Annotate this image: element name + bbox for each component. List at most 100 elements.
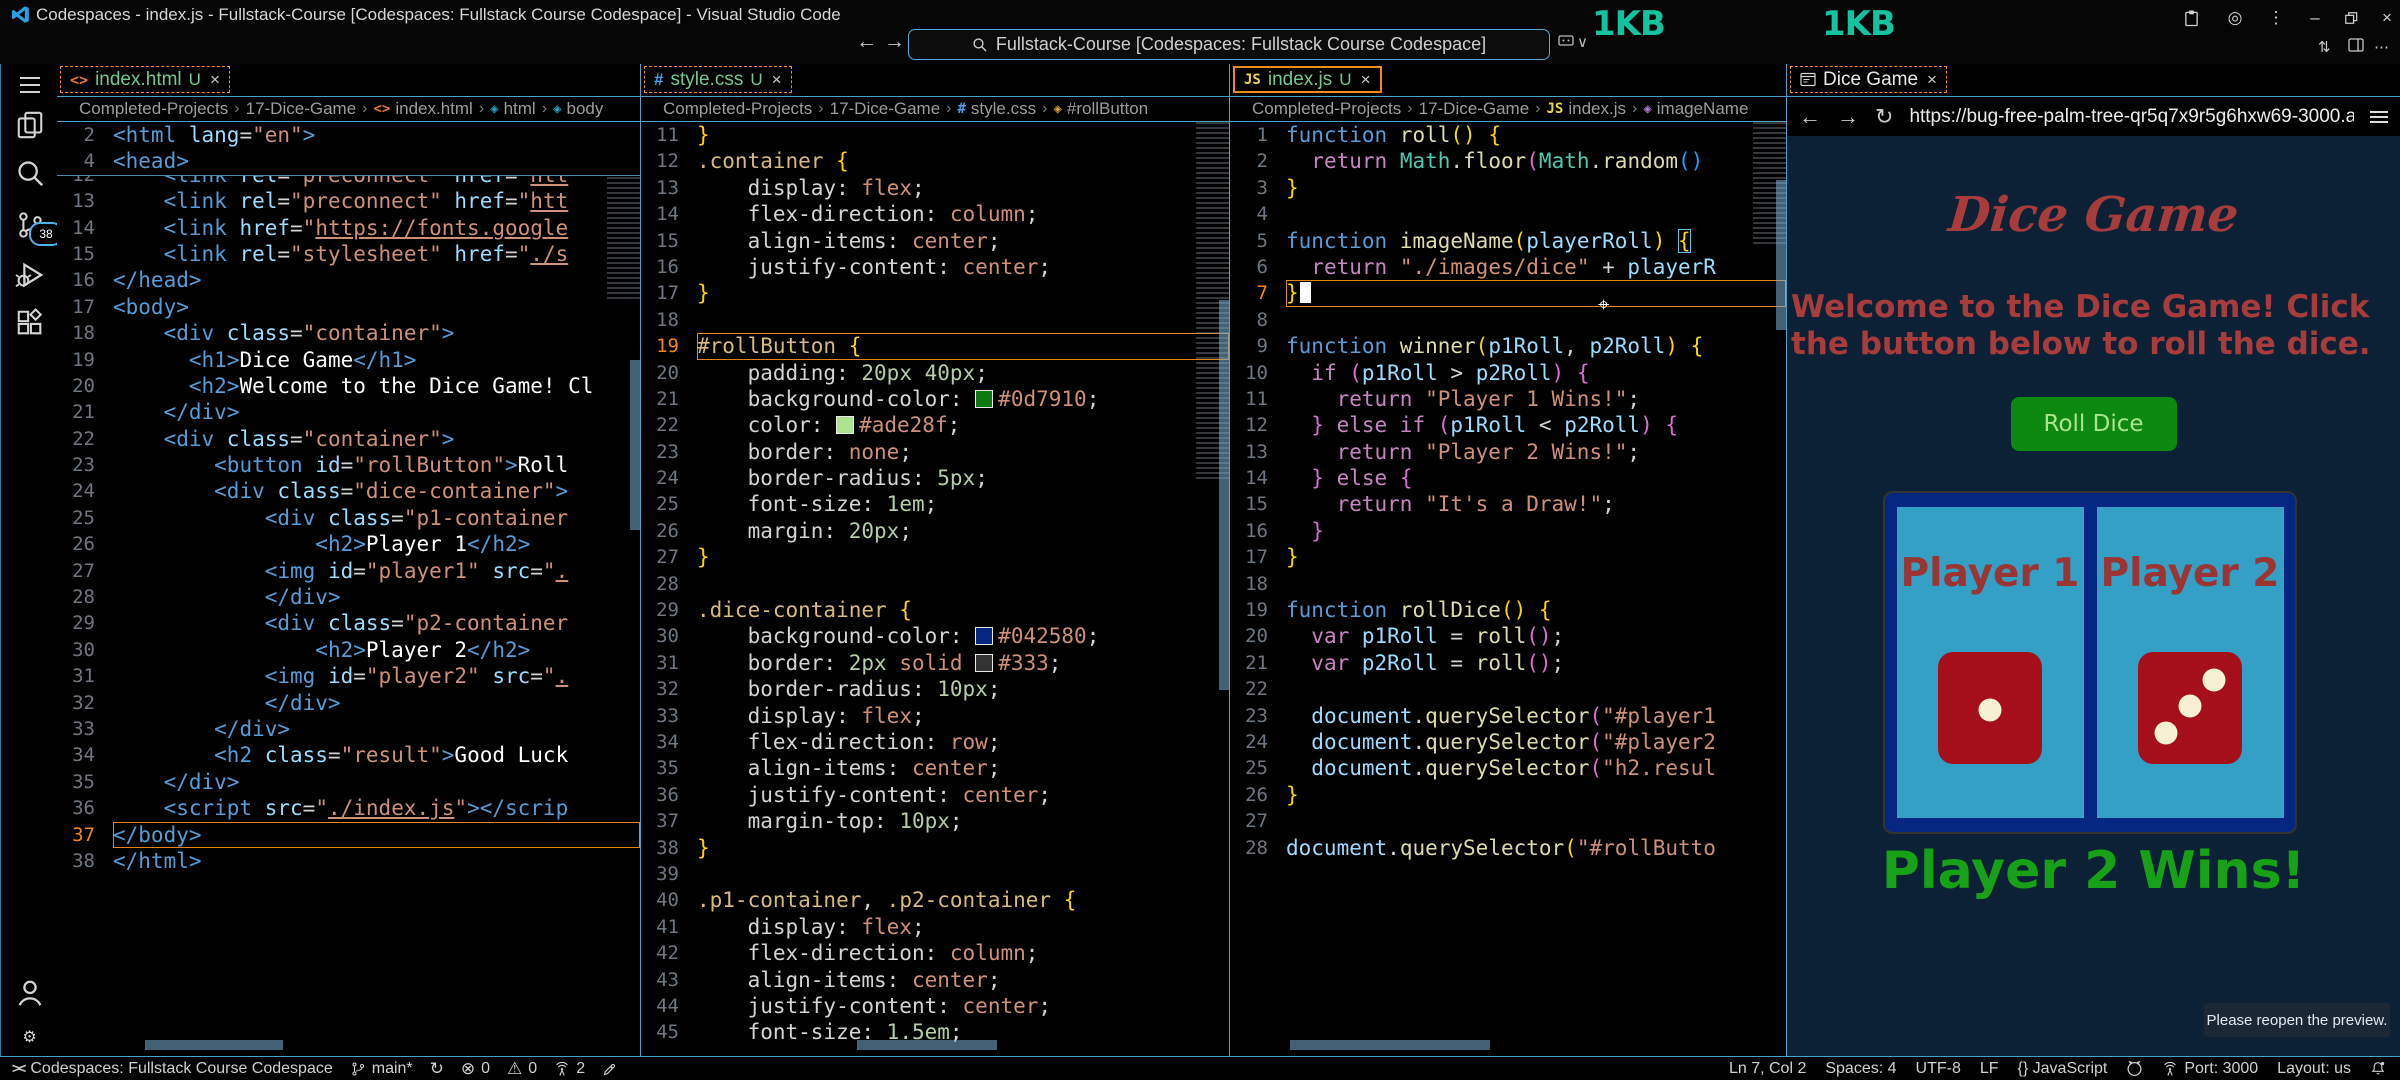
code-line[interactable]: 4<head> xyxy=(57,148,640,174)
breadcrumb-item[interactable]: JSindex.js xyxy=(1546,99,1626,119)
code-line[interactable]: 12 } else if (p1Roll < p2Roll) { xyxy=(1230,412,1786,438)
code-line[interactable]: 20 var p1Roll = roll(); xyxy=(1230,623,1786,649)
code-line[interactable]: 26} xyxy=(1230,782,1786,808)
scrollbar-vertical[interactable] xyxy=(630,360,640,530)
scrollbar-horizontal[interactable] xyxy=(857,1040,997,1050)
history-forward-arrow[interactable]: → xyxy=(884,30,905,54)
extensions-icon[interactable] xyxy=(1,302,58,344)
code-line[interactable]: 28document.querySelector("#rollButto xyxy=(1230,835,1786,861)
status-item-warn[interactable]: ⚠0 xyxy=(507,1059,537,1079)
code-line[interactable]: 31 border: 2px solid #333; xyxy=(641,650,1229,676)
code-line[interactable]: 20 <h2>Welcome to the Dice Game! Cl xyxy=(57,373,640,399)
code-line[interactable]: 26 margin: 20px; xyxy=(641,518,1229,544)
code-line[interactable]: 15 return "It's a Draw!"; xyxy=(1230,491,1786,517)
remote-menu-icon[interactable]: ∨ xyxy=(1558,33,1588,51)
clipboard-icon[interactable] xyxy=(2178,6,2204,30)
code-line[interactable]: 11 return "Player 1 Wins!"; xyxy=(1230,386,1786,412)
breadcrumb-item[interactable]: #style.css xyxy=(957,99,1036,119)
tab-style-css[interactable]: # style.css U × xyxy=(644,66,792,93)
code-line[interactable]: 9function winner(p1Roll, p2Roll) { xyxy=(1230,333,1786,359)
status-item-rocket[interactable] xyxy=(602,1061,618,1077)
code-line[interactable]: 19 <h1>Dice Game</h1> xyxy=(57,347,640,373)
more-actions-icon[interactable]: ⋯ xyxy=(2374,38,2389,56)
code-line[interactable]: 36 <script src="./index.js"></scrip xyxy=(57,795,640,821)
tab-index-html[interactable]: <> index.html U × xyxy=(60,66,230,93)
code-line[interactable]: 27} xyxy=(641,544,1229,570)
code-line[interactable]: 13 <link rel="preconnect" href="htt xyxy=(57,188,640,214)
status-item-branch[interactable]: main* xyxy=(350,1060,413,1078)
code-line[interactable]: 23 document.querySelector("#player1 xyxy=(1230,703,1786,729)
code-line[interactable]: 29 <div class="p2-container xyxy=(57,610,640,636)
status-item-tower[interactable]: 2 xyxy=(554,1060,585,1078)
breadcrumb-item[interactable]: 17-Dice-Game xyxy=(246,99,357,119)
breadcrumb-item[interactable]: Completed-Projects xyxy=(79,99,228,119)
search-icon[interactable] xyxy=(1,152,58,194)
code-line[interactable]: 32 </div> xyxy=(57,690,640,716)
tab-dice-game-preview[interactable]: Dice Game × xyxy=(1790,66,1947,93)
code-line[interactable]: 18 xyxy=(641,307,1229,333)
minimize-icon[interactable]: – xyxy=(2302,6,2328,30)
code-line[interactable]: 30 background-color: #042580; xyxy=(641,623,1229,649)
status-item-error[interactable]: ⊗0 xyxy=(461,1059,490,1079)
settings-gear-icon[interactable]: ⚙ xyxy=(1,1016,58,1058)
run-debug-icon[interactable] xyxy=(1,254,58,296)
code-line[interactable]: 2<html lang="en"> xyxy=(57,122,640,148)
code-line[interactable]: 8 xyxy=(1230,307,1786,333)
code-line[interactable]: 24 border-radius: 5px; xyxy=(641,465,1229,491)
code-line[interactable]: 21 var p2Roll = roll(); xyxy=(1230,650,1786,676)
code-line[interactable]: 5function imageName(playerRoll) { xyxy=(1230,228,1786,254)
code-line[interactable]: 14 } else { xyxy=(1230,465,1786,491)
code-line[interactable]: 35 </div> xyxy=(57,769,640,795)
code-line[interactable]: 10 if (p1Roll > p2Roll) { xyxy=(1230,360,1786,386)
sync-settings-icon[interactable]: ⇅ xyxy=(2318,38,2331,56)
tab-close-icon[interactable]: × xyxy=(1927,70,1937,90)
code-line[interactable]: 25 font-size: 1em; xyxy=(641,491,1229,517)
breadcrumb-item[interactable]: 17-Dice-Game xyxy=(830,99,941,119)
code-line[interactable]: 37</body> xyxy=(57,822,640,848)
code-line[interactable]: 21 background-color: #0d7910; xyxy=(641,386,1229,412)
code-line[interactable]: 38} xyxy=(641,835,1229,861)
code-line[interactable]: 27 xyxy=(1230,808,1786,834)
code-line[interactable]: 21 </div> xyxy=(57,399,640,425)
account-icon[interactable] xyxy=(1,972,58,1014)
status-item[interactable]: Ln 7, Col 2 xyxy=(1729,1060,1806,1078)
code-line[interactable]: 19#rollButton { xyxy=(641,333,1229,359)
code-line[interactable]: 14 <link href="https://fonts.google xyxy=(57,215,640,241)
scrollbar-horizontal[interactable] xyxy=(1290,1040,1490,1050)
explorer-icon[interactable] xyxy=(1,104,58,146)
code-line[interactable]: 19function rollDice() { xyxy=(1230,597,1786,623)
tab-close-icon[interactable]: × xyxy=(210,70,220,90)
code-line[interactable]: 38</html> xyxy=(57,848,640,874)
code-line[interactable]: 40.p1-container, .p2-container { xyxy=(641,887,1229,913)
code-line[interactable]: 22 xyxy=(1230,676,1786,702)
code-line[interactable]: 33 display: flex; xyxy=(641,703,1229,729)
code-line[interactable]: 33 </div> xyxy=(57,716,640,742)
code-line[interactable]: 18 xyxy=(1230,571,1786,597)
code-line[interactable]: 3} xyxy=(1230,175,1786,201)
code-line[interactable]: 39 xyxy=(641,861,1229,887)
code-line[interactable]: 29.dice-container { xyxy=(641,597,1229,623)
code-line[interactable]: 12.container { xyxy=(641,148,1229,174)
code-line[interactable]: 42 flex-direction: column; xyxy=(641,940,1229,966)
code-editor-html[interactable]: 12 <link rel="preconnect" href="htt13 <l… xyxy=(57,122,640,1056)
status-item-github[interactable] xyxy=(2126,1060,2143,1077)
code-line[interactable]: 25 document.querySelector("h2.resul xyxy=(1230,755,1786,781)
scrollbar-vertical[interactable] xyxy=(1219,300,1229,690)
layout-toggle-icon[interactable] xyxy=(2348,38,2364,52)
status-item[interactable]: LF xyxy=(1980,1060,1999,1078)
record-icon[interactable]: ◎ xyxy=(2222,6,2248,30)
browser-reload-icon[interactable]: ↻ xyxy=(1875,104,1893,130)
breadcrumb-item[interactable]: <>index.html xyxy=(373,99,472,119)
code-line[interactable]: 41 display: flex; xyxy=(641,914,1229,940)
code-line[interactable]: 17} xyxy=(641,280,1229,306)
code-line[interactable]: 18 <div class="container"> xyxy=(57,320,640,346)
code-line[interactable]: 36 justify-content: center; xyxy=(641,782,1229,808)
code-line[interactable]: 31 <img id="player2" src=". xyxy=(57,663,640,689)
breadcrumb-item[interactable]: Completed-Projects xyxy=(1252,99,1401,119)
code-line[interactable]: 11} xyxy=(641,122,1229,148)
tab-index-js[interactable]: JS index.js U × xyxy=(1233,66,1382,93)
breadcrumb-item[interactable]: ◈imageName xyxy=(1643,99,1748,119)
breadcrumb[interactable]: Completed-Projects›17-Dice-Game›#style.c… xyxy=(641,97,1229,122)
status-item[interactable]: UTF-8 xyxy=(1916,1060,1961,1078)
code-line[interactable]: 27 <img id="player1" src=". xyxy=(57,558,640,584)
